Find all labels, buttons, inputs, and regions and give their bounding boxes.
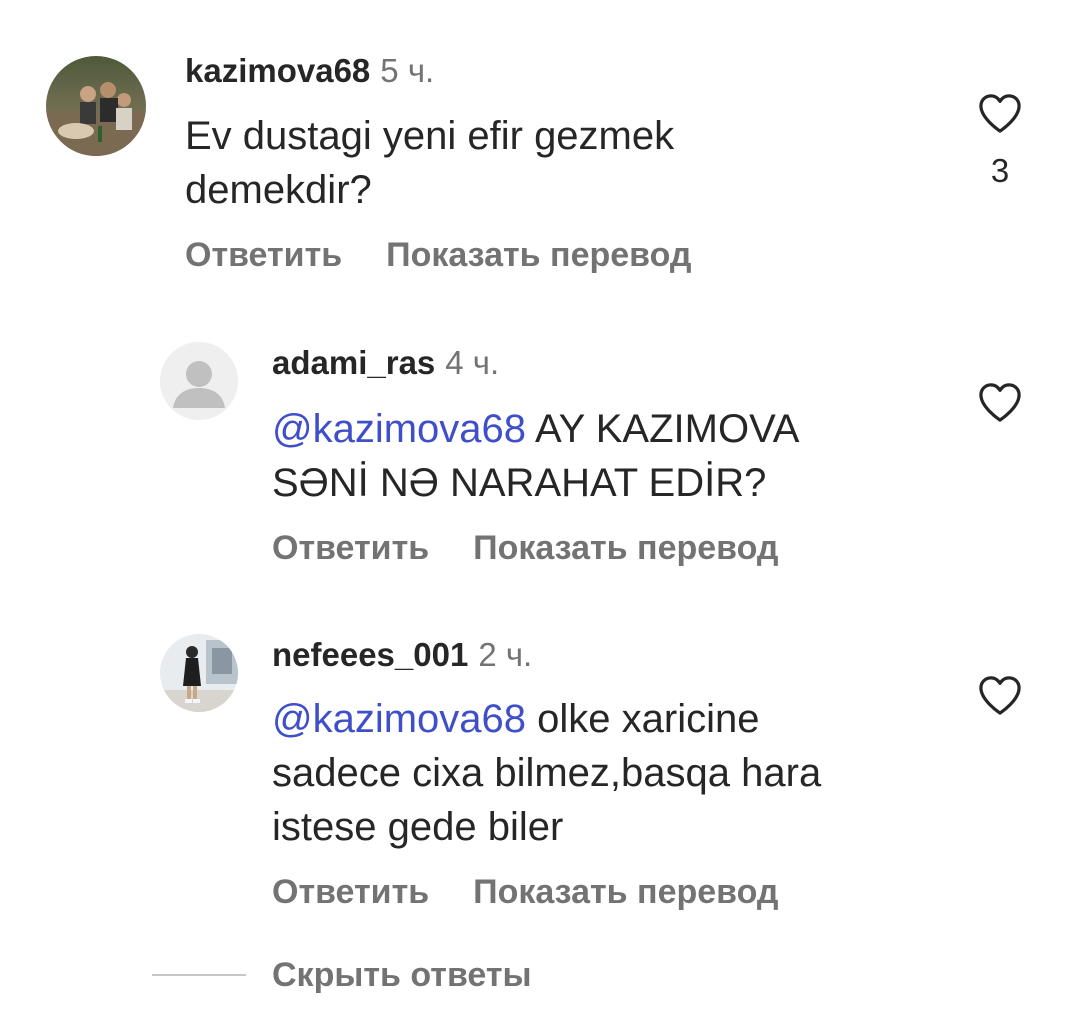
comment-text: Ev dustagi yeni efir gezmek demekdir? [185,109,674,217]
comment-text-line: demekdir? [185,168,372,212]
reply-button[interactable]: Ответить [185,236,342,275]
reply-button[interactable]: Ответить [272,873,429,912]
comment-text: @kazimova68 olke xaricine sadece cixa bi… [272,692,821,854]
comment-actions: Ответить Показать перевод [185,236,692,275]
photo-avatar-icon [160,634,238,712]
comment-text-line: @kazimova68 olke xaricine [272,692,821,746]
avatar[interactable] [160,634,238,712]
show-translation-button[interactable]: Показать перевод [473,873,778,912]
comment-actions: Ответить Показать перевод [272,873,779,912]
mention-link[interactable]: @kazimova68 [272,407,526,451]
show-translation-button[interactable]: Показать перевод [386,236,691,275]
comment-text-segment: olke xaricine [526,697,760,741]
comment-text-line: Ev dustagi yeni efir gezmek [185,114,675,158]
comment-text-line: @kazimova68 AY KAZIMOVA [272,402,799,456]
heart-outline-icon[interactable] [977,674,1023,716]
like-count: 3 [990,152,1010,189]
comment-time: 5 ч. [380,52,435,89]
hide-replies-button[interactable]: Скрыть ответы [272,956,532,995]
person-silhouette-icon [160,342,238,420]
heart-outline-icon[interactable] [977,381,1023,423]
comment-text-line: sadece cixa bilmez,basqa hara [272,751,822,795]
comment-text-segment: AY KAZIMOVA [526,407,800,451]
heart-outline-icon[interactable] [977,92,1023,134]
like-area [970,381,1030,423]
comment-text-line: SƏNİ NƏ NARAHAT EDİR? [272,461,767,505]
comment-actions: Ответить Показать перевод [272,529,779,568]
like-area [970,674,1030,716]
like-area: 3 [970,92,1030,190]
comment-time: 4 ч. [445,344,500,381]
avatar[interactable] [46,56,146,156]
show-translation-button[interactable]: Показать перевод [473,529,778,568]
comment-text-line: istese gede biler [272,805,564,849]
comment-username[interactable]: adami_ras 4 ч. [272,344,499,382]
comment-text: @kazimova68 AY KAZIMOVA SƏNİ NƏ NARAHAT … [272,402,799,510]
mention-link[interactable]: @kazimova68 [272,697,526,741]
username-text[interactable]: kazimova68 [185,52,370,89]
avatar[interactable] [160,342,238,420]
username-text[interactable]: adami_ras [272,344,435,381]
username-text[interactable]: nefeees_001 [272,636,468,673]
comment-time: 2 ч. [478,636,533,673]
photo-avatar-icon [46,56,146,156]
reply-button[interactable]: Ответить [272,529,429,568]
replies-divider [152,974,246,976]
comment-username[interactable]: kazimova68 5 ч. [185,52,434,90]
comment-username[interactable]: nefeees_001 2 ч. [272,636,532,674]
